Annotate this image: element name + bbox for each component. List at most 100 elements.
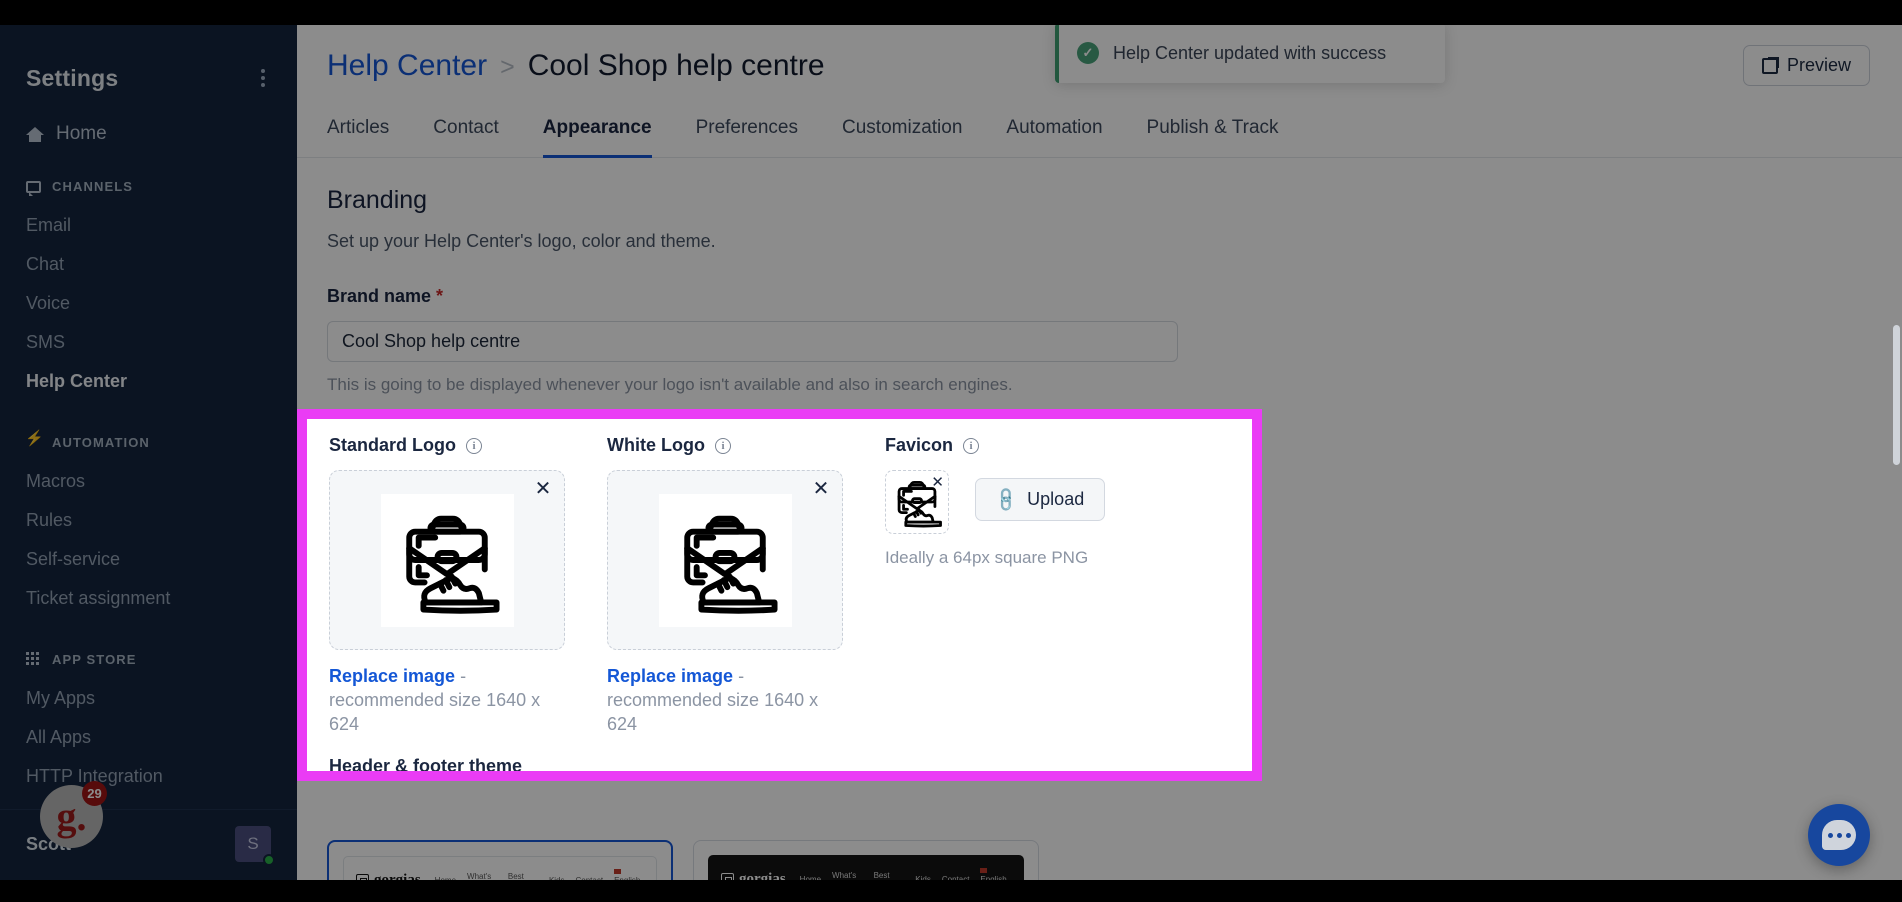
- sidebar-item-ticket-assignment[interactable]: Ticket assignment: [0, 579, 297, 618]
- sidebar-item-my-apps[interactable]: My Apps: [0, 679, 297, 718]
- tab-articles[interactable]: Articles: [327, 107, 411, 157]
- external-link-icon: [1761, 56, 1779, 74]
- sidebar-group-label: AUTOMATION: [52, 435, 150, 450]
- theme-nav-whats-new: What's New: [467, 871, 492, 881]
- brand-name-label: Brand name *: [327, 286, 1872, 307]
- close-icon[interactable]: ✕: [812, 479, 830, 499]
- theme-language-selector: English ▾: [614, 867, 644, 880]
- sidebar-item-all-apps[interactable]: All Apps: [0, 718, 297, 757]
- theme-cards: gorgias Home What's New Best Sellers Kid…: [327, 840, 1039, 880]
- preview-button-label: Preview: [1786, 55, 1851, 75]
- sidebar-item-help-center[interactable]: Help Center: [0, 362, 297, 401]
- theme-preview-dark: gorgias Home What's New Best Sellers Kid…: [708, 855, 1024, 880]
- preview-button[interactable]: Preview: [1742, 45, 1870, 86]
- sidebar-title: Settings: [26, 64, 119, 91]
- breadcrumb: Help Center > Cool Shop help centre: [327, 49, 825, 83]
- sidebar-group-label: CHANNELS: [52, 179, 134, 194]
- theme-brand-label: gorgias: [739, 871, 786, 880]
- sidebar-group-header: APP STORE: [0, 652, 297, 667]
- settings-sidebar: Settings Home CHANNELS Email Chat Voice …: [0, 25, 297, 880]
- avatar[interactable]: S: [235, 826, 275, 866]
- info-icon[interactable]: i: [466, 437, 482, 454]
- theme-language-label: English: [614, 876, 640, 880]
- standard-logo-replace: Replace image - recommended size 1640 x …: [329, 664, 559, 736]
- gorgias-logo-mark: g.: [56, 794, 87, 839]
- sidebar-item-sms[interactable]: SMS: [0, 323, 297, 362]
- white-logo-header: White Logo i: [607, 435, 843, 456]
- tab-customization[interactable]: Customization: [820, 107, 984, 157]
- theme-nav: gorgias Home What's New Best Sellers Kid…: [721, 866, 1011, 880]
- replace-image-link[interactable]: Replace image: [329, 666, 455, 686]
- standard-logo-header: Standard Logo i: [329, 435, 565, 456]
- check-circle-icon: ✓: [1077, 42, 1099, 64]
- briefcase-shoe-logo: [684, 515, 778, 614]
- sidebar-item-home[interactable]: Home: [0, 93, 297, 145]
- tab-appearance[interactable]: Appearance: [521, 107, 674, 158]
- sidebar-item-rules[interactable]: Rules: [0, 501, 297, 540]
- favicon-label: Favicon: [885, 435, 954, 455]
- brand-name-input[interactable]: Cool Shop help centre: [327, 321, 1178, 362]
- white-logo-image: [658, 493, 792, 627]
- tab-bar: Articles Contact Appearance Preferences …: [297, 107, 1902, 158]
- briefcase-shoe-logo: [406, 515, 500, 614]
- grid-icon: [26, 652, 41, 667]
- theme-nav-home: Home: [435, 876, 456, 880]
- replace-image-link[interactable]: Replace image: [607, 666, 733, 686]
- favicon-row: ✕ 🔗 Upload: [885, 470, 1106, 534]
- breadcrumb-separator: >: [500, 53, 515, 81]
- favicon-header: Favicon i: [885, 435, 1105, 456]
- flag-icon: [980, 868, 988, 873]
- bolt-icon: [25, 431, 45, 450]
- standard-logo-dropzone[interactable]: ✕: [329, 470, 565, 650]
- theme-nav-best-sellers: Best Sellers: [507, 871, 524, 881]
- theme-language-selector: English ▾: [980, 866, 1011, 880]
- gorgias-logo-overlay[interactable]: g. 29: [40, 781, 107, 848]
- chat-icon: [26, 180, 41, 196]
- breadcrumb-link-help-center[interactable]: Help Center: [327, 49, 487, 83]
- theme-card-light[interactable]: gorgias Home What's New Best Sellers Kid…: [327, 840, 673, 880]
- sidebar-item-email[interactable]: Email: [0, 206, 297, 245]
- white-logo-column: White Logo i ✕ Replace image - recommend…: [607, 435, 843, 736]
- close-icon[interactable]: ✕: [931, 473, 944, 491]
- tab-automation[interactable]: Automation: [984, 107, 1124, 157]
- sidebar-item-chat[interactable]: Chat: [0, 245, 297, 284]
- close-icon[interactable]: ✕: [534, 479, 552, 499]
- presence-online-indicator: [263, 854, 275, 866]
- favicon-thumbnail[interactable]: ✕: [885, 470, 949, 534]
- brand-name-hint: This is going to be displayed whenever y…: [327, 375, 1013, 394]
- theme-card-dark[interactable]: gorgias Home What's New Best Sellers Kid…: [693, 840, 1039, 880]
- white-logo-dropzone[interactable]: ✕: [607, 470, 843, 650]
- sidebar-item-voice[interactable]: Voice: [0, 284, 297, 323]
- gorgias-mark-icon: [721, 873, 734, 880]
- brand-name-value: Cool Shop help centre: [342, 331, 521, 351]
- vertical-scrollbar[interactable]: [1893, 325, 1900, 465]
- more-vertical-icon[interactable]: [255, 63, 271, 93]
- theme-nav-home: Home: [799, 875, 822, 880]
- sidebar-group-channels: CHANNELS Email Chat Voice SMS Help Cente…: [0, 179, 297, 401]
- sidebar-item-http-integration[interactable]: HTTP Integration: [0, 757, 297, 796]
- sidebar-group-automation: AUTOMATION Macros Rules Self-service Tic…: [0, 431, 297, 618]
- sidebar-item-self-service[interactable]: Self-service: [0, 540, 297, 579]
- notification-badge: 29: [82, 781, 107, 806]
- sidebar-group-header: CHANNELS: [0, 179, 297, 196]
- logo-settings: Standard Logo i ✕ Replace image - recomm…: [307, 419, 1252, 771]
- info-icon[interactable]: i: [714, 437, 731, 454]
- sidebar-item-macros[interactable]: Macros: [0, 462, 297, 501]
- white-logo-label: White Logo: [607, 435, 705, 455]
- sidebar-header: Settings: [0, 35, 297, 93]
- standard-logo-label: Standard Logo: [329, 435, 456, 455]
- tab-publish-track[interactable]: Publish & Track: [1125, 107, 1301, 157]
- home-icon: [26, 125, 44, 143]
- page-title: Cool Shop help centre: [527, 49, 825, 82]
- theme-nav-best-sellers: Best Sellers: [873, 870, 898, 881]
- branding-section: Branding Set up your Help Center's logo,…: [297, 158, 1902, 395]
- gorgias-mark-icon: [356, 874, 369, 880]
- upload-button[interactable]: 🔗 Upload: [975, 478, 1106, 521]
- chat-widget-button[interactable]: [1808, 804, 1870, 866]
- theme-nav: gorgias Home What's New Best Sellers Kid…: [356, 867, 644, 880]
- info-icon[interactable]: i: [963, 437, 980, 454]
- tab-contact[interactable]: Contact: [411, 107, 520, 157]
- tab-preferences[interactable]: Preferences: [674, 107, 820, 157]
- sidebar-home-label: Home: [56, 123, 107, 144]
- toast-notification: ✓ Help Center updated with success: [1055, 25, 1445, 83]
